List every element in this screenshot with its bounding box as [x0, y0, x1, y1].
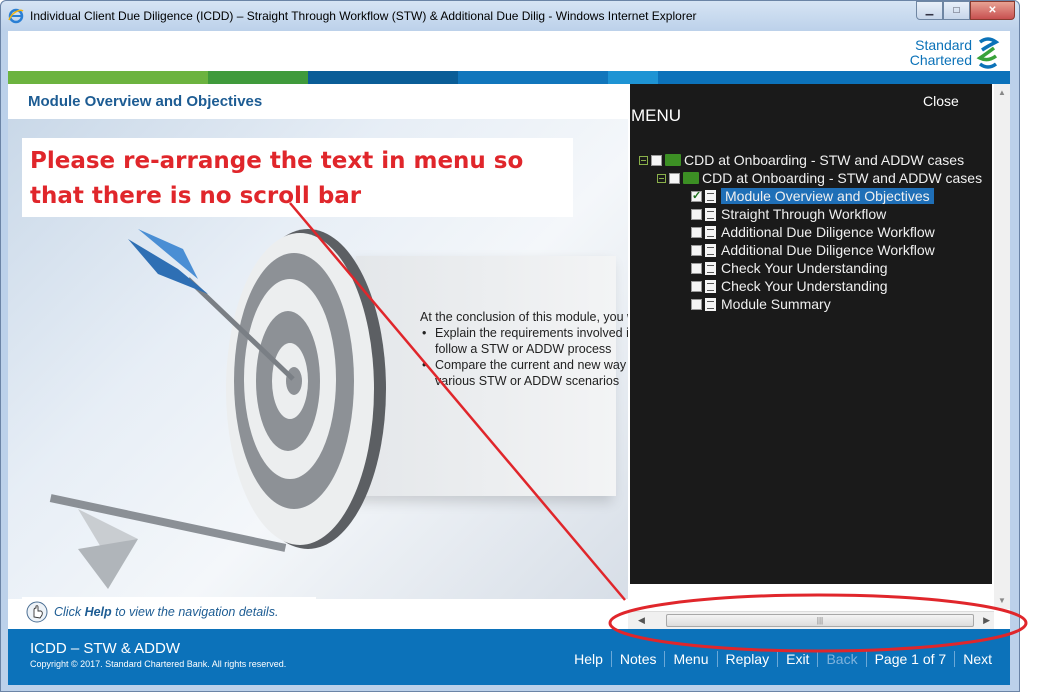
document-icon	[705, 225, 716, 239]
collapse-icon[interactable]	[639, 155, 648, 165]
checkbox-icon	[691, 208, 702, 220]
menu-item-check-understanding-2[interactable]: Check Your Understanding	[691, 277, 888, 295]
objectives-intro: At the conclusion of this module, you wi…	[420, 310, 628, 324]
menu-button[interactable]: Menu	[665, 651, 718, 667]
menu-item-module-overview[interactable]: Module Overview and Objectives	[691, 187, 934, 205]
menu-item-label: Module Overview and Objectives	[721, 188, 934, 204]
notes-button[interactable]: Notes	[612, 651, 666, 667]
pointing-hand-icon	[26, 601, 48, 623]
brand-color-stripes	[8, 71, 1010, 84]
standard-chartered-logo-icon	[976, 37, 1000, 69]
checkbox-icon	[691, 298, 702, 310]
annotation-callout-text: Please re-arrange the text in menu so th…	[30, 148, 524, 209]
replay-button[interactable]: Replay	[718, 651, 779, 667]
menu-item-label: Additional Due Diligence Workflow	[721, 224, 935, 240]
menu-tree-child[interactable]: CDD at Onboarding - STW and ADDW cases	[657, 169, 982, 187]
back-button[interactable]: Back	[818, 651, 867, 667]
menu-heading: MENU	[631, 106, 682, 125]
checkbox-icon	[691, 244, 702, 256]
title-bar: Individual Client Due Diligence (ICDD) –…	[1, 1, 1019, 31]
menu-item-additional-due-diligence-1[interactable]: Additional Due Diligence Workflow	[691, 223, 935, 241]
document-icon	[705, 297, 716, 311]
scroll-left-arrow-icon[interactable]: ◀	[638, 615, 645, 626]
brand-header: Standard Chartered	[8, 31, 1010, 71]
checkbox-icon	[691, 262, 702, 274]
menu-tree-label: CDD at Onboarding - STW and ADDW cases	[684, 152, 965, 168]
checkbox-checked-icon	[691, 189, 702, 202]
checkbox-icon	[691, 280, 702, 292]
scroll-right-arrow-icon[interactable]: ▶	[983, 615, 990, 626]
internet-explorer-icon	[8, 8, 24, 24]
brand-logo-text: Standard Chartered	[909, 37, 972, 68]
module-title: Module Overview and Objectives	[28, 93, 263, 110]
course-title: ICDD – STW & ADDW	[30, 640, 181, 657]
stripe	[8, 71, 208, 84]
menu-item-label: Check Your Understanding	[721, 278, 888, 294]
objectives-text: At the conclusion of this module, you wi…	[420, 309, 628, 389]
copyright-text: Copyright © 2017. Standard Chartered Ban…	[30, 659, 287, 669]
window-title: Individual Client Due Diligence (ICDD) –…	[30, 9, 697, 23]
objective-item: Explain the requirements involved in cla…	[422, 325, 628, 357]
help-hint-text: Click Help to view the navigation detail…	[54, 605, 279, 619]
close-window-button[interactable]: ✕	[970, 1, 1015, 20]
checkbox-icon	[669, 172, 680, 184]
next-button[interactable]: Next	[955, 651, 1000, 667]
stripe	[308, 71, 458, 84]
checkbox-icon	[651, 154, 662, 166]
stripe	[658, 71, 1010, 84]
document-icon	[705, 279, 716, 293]
scroll-up-arrow-icon[interactable]: ▲	[998, 88, 1006, 97]
maximize-button[interactable]: □	[943, 1, 970, 20]
stripe	[458, 71, 608, 84]
stripe	[608, 71, 658, 84]
collapse-icon[interactable]	[657, 173, 666, 183]
page-viewport: Standard Chartered Module Overview and O…	[8, 31, 1010, 685]
menu-item-additional-due-diligence-2[interactable]: Additional Due Diligence Workflow	[691, 241, 935, 259]
vertical-scrollbar[interactable]: ▲ ▼	[994, 84, 1010, 609]
folder-icon	[683, 172, 699, 184]
checkbox-icon	[691, 226, 702, 238]
stripe	[208, 71, 308, 84]
menu-tree-label: CDD at Onboarding - STW and ADDW cases	[702, 170, 983, 186]
menu-item-label: Check Your Understanding	[721, 260, 888, 276]
menu-close-button[interactable]: Close	[923, 93, 959, 109]
exit-button[interactable]: Exit	[778, 651, 819, 667]
footer-navigation: Help Notes Menu Replay Exit Back Page 1 …	[566, 651, 1000, 667]
page-indicator: Page 1 of 7	[867, 651, 956, 667]
minimize-button[interactable]: ▁	[916, 1, 943, 20]
menu-item-label: Straight Through Workflow	[721, 206, 887, 222]
document-icon	[705, 207, 716, 221]
horizontal-scrollbar[interactable]: ◀ ||| ▶	[628, 611, 994, 629]
horizontal-scrollbar-thumb[interactable]: |||	[666, 614, 974, 627]
folder-icon	[665, 154, 681, 166]
menu-item-label: Additional Due Diligence Workflow	[721, 242, 935, 258]
document-icon	[705, 243, 716, 257]
menu-item-module-summary[interactable]: Module Summary	[691, 295, 831, 313]
document-icon	[705, 261, 716, 275]
menu-tree-root[interactable]: CDD at Onboarding - STW and ADDW cases	[639, 151, 964, 169]
menu-item-straight-through-workflow[interactable]: Straight Through Workflow	[691, 205, 886, 223]
menu-item-label: Module Summary	[721, 296, 831, 312]
help-button[interactable]: Help	[566, 651, 612, 667]
objective-item: Compare the current and new way of proce…	[422, 357, 628, 389]
document-icon	[705, 189, 716, 203]
menu-item-check-understanding-1[interactable]: Check Your Understanding	[691, 259, 888, 277]
scroll-down-arrow-icon[interactable]: ▼	[998, 596, 1006, 605]
objectives-list: Explain the requirements involved in cla…	[422, 325, 628, 389]
